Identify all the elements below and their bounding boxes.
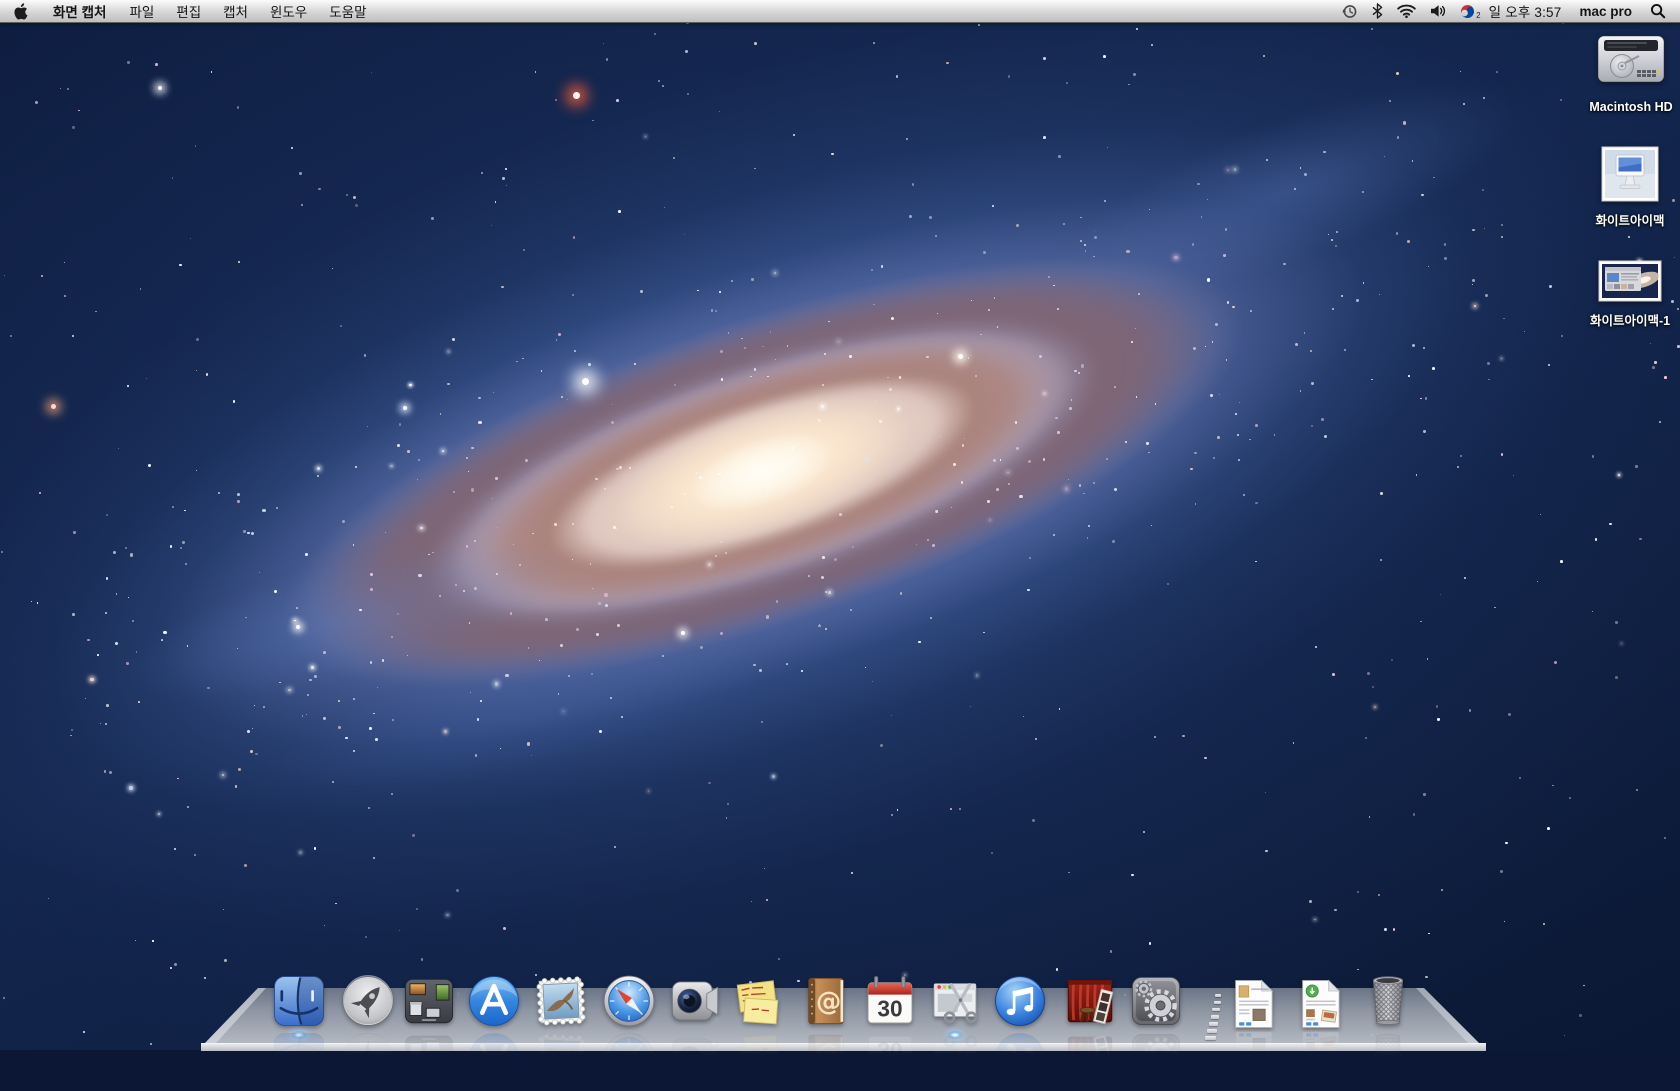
dock-item-facetime[interactable] [666, 972, 724, 1030]
desktop-icon-white-imac-photo[interactable]: 화이트아이맥 [1570, 146, 1680, 229]
dock-item-address-book[interactable]: @ @ [797, 972, 855, 1030]
address-book-icon: @ [797, 972, 855, 1030]
dock-item-app-store[interactable] [465, 972, 523, 1030]
desktop-icon-macintosh-hd[interactable]: Macintosh HD [1586, 26, 1676, 114]
time-machine-icon[interactable] [1341, 0, 1358, 22]
dock-item-launchpad[interactable] [339, 972, 397, 1030]
menu-capture[interactable]: 캡처 [212, 0, 259, 22]
desktop-icon-white-imac-screenshot[interactable]: 화이트아이맥-1 [1567, 260, 1680, 329]
svg-text:@: @ [816, 1043, 841, 1073]
bluetooth-icon[interactable] [1372, 0, 1383, 22]
trash-icon [1357, 968, 1419, 1030]
dock-item-finder[interactable] [270, 972, 328, 1030]
photo-booth-icon [1061, 972, 1119, 1030]
dock-item-document-1[interactable] [1228, 978, 1278, 1030]
dock-item-mail[interactable] [532, 972, 590, 1030]
apple-menu-icon[interactable] [0, 0, 41, 22]
app-store-icon [465, 972, 523, 1030]
wifi-icon[interactable] [1397, 0, 1416, 22]
menu-edit[interactable]: 편집 [165, 0, 212, 22]
dock-item-trash[interactable] [1357, 968, 1419, 1030]
desktop-wallpaper [0, 0, 1680, 1050]
active-app-menu[interactable]: 화면 캡처 [41, 0, 118, 22]
dock-item-system-preferences[interactable] [1127, 972, 1185, 1030]
launchpad-icon [339, 972, 397, 1030]
desktop-icon-label: 화이트아이맥 [1570, 210, 1680, 229]
menu-user-name[interactable]: mac pro [1575, 4, 1636, 19]
dock-item-ical[interactable]: 30 30 [861, 972, 919, 1030]
dock-item-grab[interactable] [926, 972, 984, 1030]
stickies-icon [728, 972, 786, 1030]
image-file-icon [1601, 146, 1659, 207]
volume-icon[interactable] [1430, 0, 1446, 22]
desktop-icon-label: Macintosh HD [1586, 100, 1676, 114]
spotlight-icon[interactable] [1650, 0, 1666, 22]
system-preferences-icon [1127, 972, 1185, 1030]
menu-window[interactable]: 윈도우 [259, 0, 318, 22]
korean-input-flag-icon[interactable]: 2 [1460, 0, 1475, 22]
dock-item-stickies[interactable] [728, 972, 786, 1030]
mission-control-icon [400, 972, 458, 1030]
dock-separator [1215, 994, 1221, 997]
dock-item-mission-control[interactable] [400, 972, 458, 1030]
image-file-icon [1598, 260, 1662, 307]
dock-item-document-2[interactable] [1295, 978, 1345, 1030]
itunes-icon [991, 972, 1049, 1030]
svg-text:@: @ [816, 986, 841, 1016]
desktop-icon-label: 화이트아이맥-1 [1567, 310, 1680, 329]
dock-item-itunes[interactable] [991, 972, 1049, 1030]
hard-drive-icon [1595, 26, 1667, 97]
input-source-badge: 2 [1476, 11, 1480, 20]
dock-item-photo-booth[interactable] [1061, 972, 1119, 1030]
menu-bar: 화면 캡처 파일 편집 캡처 윈도우 도움말 [0, 0, 1680, 23]
menu-file[interactable]: 파일 [118, 0, 165, 22]
ical-icon: 30 [861, 972, 919, 1030]
dock-item-safari[interactable] [600, 972, 658, 1030]
menu-clock[interactable]: 일 오후 3:57 [1489, 1, 1562, 21]
mail-icon [532, 972, 590, 1030]
menu-help[interactable]: 도움말 [318, 0, 377, 22]
ical-date: 30 [877, 995, 902, 1021]
document-icon [1228, 978, 1278, 1030]
finder-icon [270, 972, 328, 1030]
facetime-icon [666, 972, 724, 1030]
grab-icon [926, 972, 984, 1030]
ical-date: 30 [877, 1038, 902, 1064]
safari-icon [600, 972, 658, 1030]
document-icon [1295, 978, 1345, 1030]
